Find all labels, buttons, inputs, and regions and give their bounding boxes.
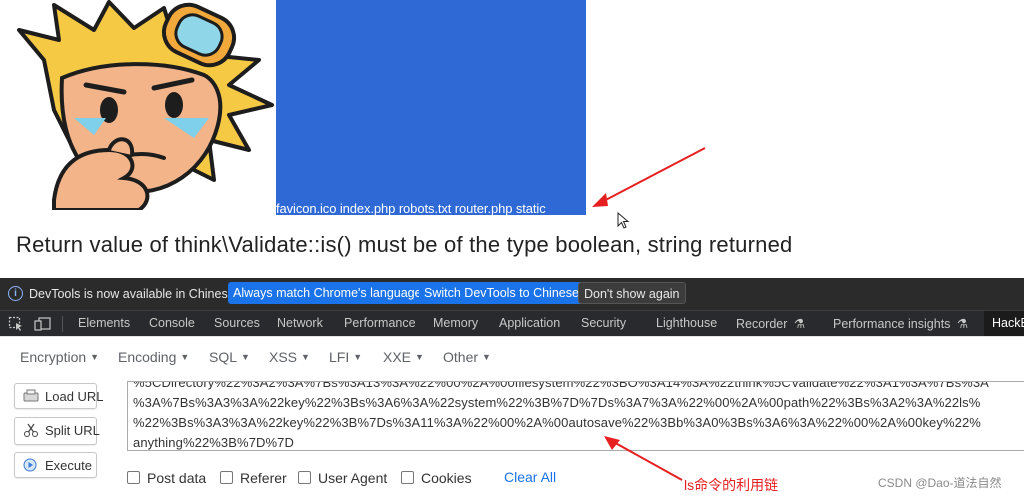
user-agent-checkbox[interactable]: User Agent — [298, 470, 387, 486]
url-textarea[interactable]: %5CDirectory%22%3A2%3A%7Bs%3A13%3A%22%00… — [127, 381, 1024, 451]
split-url-label: Split URL — [45, 423, 100, 438]
tab-divider — [62, 316, 63, 332]
devtools-language-infobar: i DevTools is now available in Chinese! … — [0, 278, 1024, 310]
menu-xss[interactable]: XSS ▼ — [269, 349, 310, 365]
caret-down-icon: ▼ — [180, 352, 190, 362]
dont-show-again-button[interactable]: Don't show again — [578, 282, 686, 304]
menu-other[interactable]: Other ▼ — [443, 349, 491, 365]
cookies-checkbox[interactable]: Cookies — [401, 470, 472, 486]
tab-network[interactable]: Network — [277, 316, 323, 330]
url-line: anything%22%3B%7D%7D — [133, 435, 294, 450]
tab-recorder-label: Recorder — [736, 317, 788, 331]
clear-all-link[interactable]: Clear All — [504, 469, 556, 485]
execute-label: Execute — [45, 458, 92, 473]
post-data-label: Post data — [147, 470, 207, 486]
flask-icon: ⚗ — [793, 317, 806, 331]
switch-devtools-chinese-button[interactable]: Switch DevTools to Chinese — [419, 282, 584, 304]
blue-image-block — [276, 0, 586, 215]
play-icon — [23, 458, 37, 472]
directory-listing-text: favicon.ico index.php robots.txt router.… — [276, 201, 546, 216]
menu-encoding-label: Encoding — [118, 349, 177, 365]
tab-elements[interactable]: Elements — [78, 316, 130, 330]
referer-label: Referer — [240, 470, 287, 486]
menu-sql-label: SQL — [209, 349, 238, 365]
caret-down-icon: ▼ — [241, 352, 250, 362]
url-line: %5CDirectory%22%3A2%3A%7Bs%3A13%3A%22%00… — [133, 381, 989, 390]
annotation-text: ls命令的利用链 — [684, 477, 779, 493]
caret-down-icon: ▼ — [353, 352, 363, 362]
caret-down-icon: ▼ — [301, 352, 310, 362]
checkbox-box[interactable] — [127, 471, 140, 484]
checkbox-box[interactable] — [220, 471, 233, 484]
menu-other-label: Other — [443, 349, 479, 365]
tab-hackbar-label: HackB — [992, 316, 1024, 330]
tab-performance-insights-label: Performance insights — [833, 317, 951, 331]
execute-button[interactable]: Execute — [14, 452, 97, 478]
menu-xss-label: XSS — [269, 349, 298, 365]
device-toolbar-icon[interactable] — [34, 316, 52, 332]
url-line: %22%3Bs%3A3%3A%22key%22%3B%7Ds%3A11%3A%2… — [133, 415, 981, 430]
menu-sql[interactable]: SQL ▼ — [209, 349, 250, 365]
always-match-language-button[interactable]: Always match Chrome's language — [228, 282, 427, 304]
avatar — [14, 0, 276, 212]
caret-down-icon: ▼ — [415, 352, 424, 362]
cookies-label: Cookies — [421, 470, 472, 486]
hackbar-menu: Encryption ▼ Encoding ▼ SQL ▼ XSS ▼ LFI ▼ XXE… — [0, 336, 1024, 377]
tab-security[interactable]: Security — [581, 316, 626, 330]
referer-checkbox[interactable]: Referer — [220, 470, 287, 486]
url-line: %3A%7Bs%3A3%3A%22key%22%3Bs%3A6%3A%22sys… — [133, 395, 981, 410]
red-arrow-icon — [592, 147, 706, 207]
tab-lighthouse[interactable]: Lighthouse — [656, 316, 717, 330]
mouse-cursor-icon — [617, 212, 630, 229]
tab-recorder[interactable]: Recorder ⚗ — [736, 316, 805, 331]
load-icon — [23, 389, 39, 402]
tab-application[interactable]: Application — [499, 316, 560, 330]
caret-down-icon: ▼ — [90, 352, 100, 362]
tab-hackbar[interactable]: HackB — [984, 311, 1024, 337]
devtools-tab-bar: Elements Console Sources Network Perform… — [0, 310, 1024, 337]
menu-xxe[interactable]: XXE ▼ — [383, 349, 424, 365]
post-data-checkbox[interactable]: Post data — [127, 470, 206, 486]
load-url-label: Load URL — [45, 389, 104, 404]
tab-sources[interactable]: Sources — [214, 316, 260, 330]
error-message: Return value of think\Validate::is() mus… — [16, 232, 793, 257]
menu-lfi-label: LFI — [329, 349, 350, 365]
checkbox-box[interactable] — [298, 471, 311, 484]
menu-encryption-label: Encryption — [20, 349, 87, 365]
infobar-message: DevTools is now available in Chinese! — [29, 287, 239, 301]
load-url-button[interactable]: Load URL — [14, 383, 104, 409]
tab-memory[interactable]: Memory — [433, 316, 478, 330]
split-url-button[interactable]: Split URL — [14, 417, 100, 445]
menu-encryption[interactable]: Encryption ▼ — [20, 349, 99, 365]
info-icon: i — [8, 286, 23, 301]
menu-lfi[interactable]: LFI ▼ — [329, 349, 362, 365]
caret-down-icon: ▼ — [482, 352, 491, 362]
csdn-watermark: CSDN @Dao-道法自然 — [878, 476, 1002, 490]
inspect-element-icon[interactable] — [8, 316, 24, 332]
user-agent-label: User Agent — [318, 470, 388, 486]
tab-performance-insights[interactable]: Performance insights ⚗ — [833, 316, 968, 331]
scissors-icon — [24, 423, 38, 437]
menu-xxe-label: XXE — [383, 349, 412, 365]
menu-encoding[interactable]: Encoding ▼ — [118, 349, 189, 365]
flask-icon: ⚗ — [956, 317, 969, 331]
tab-performance[interactable]: Performance — [344, 316, 416, 330]
checkbox-box[interactable] — [401, 471, 414, 484]
tab-console[interactable]: Console — [149, 316, 195, 330]
